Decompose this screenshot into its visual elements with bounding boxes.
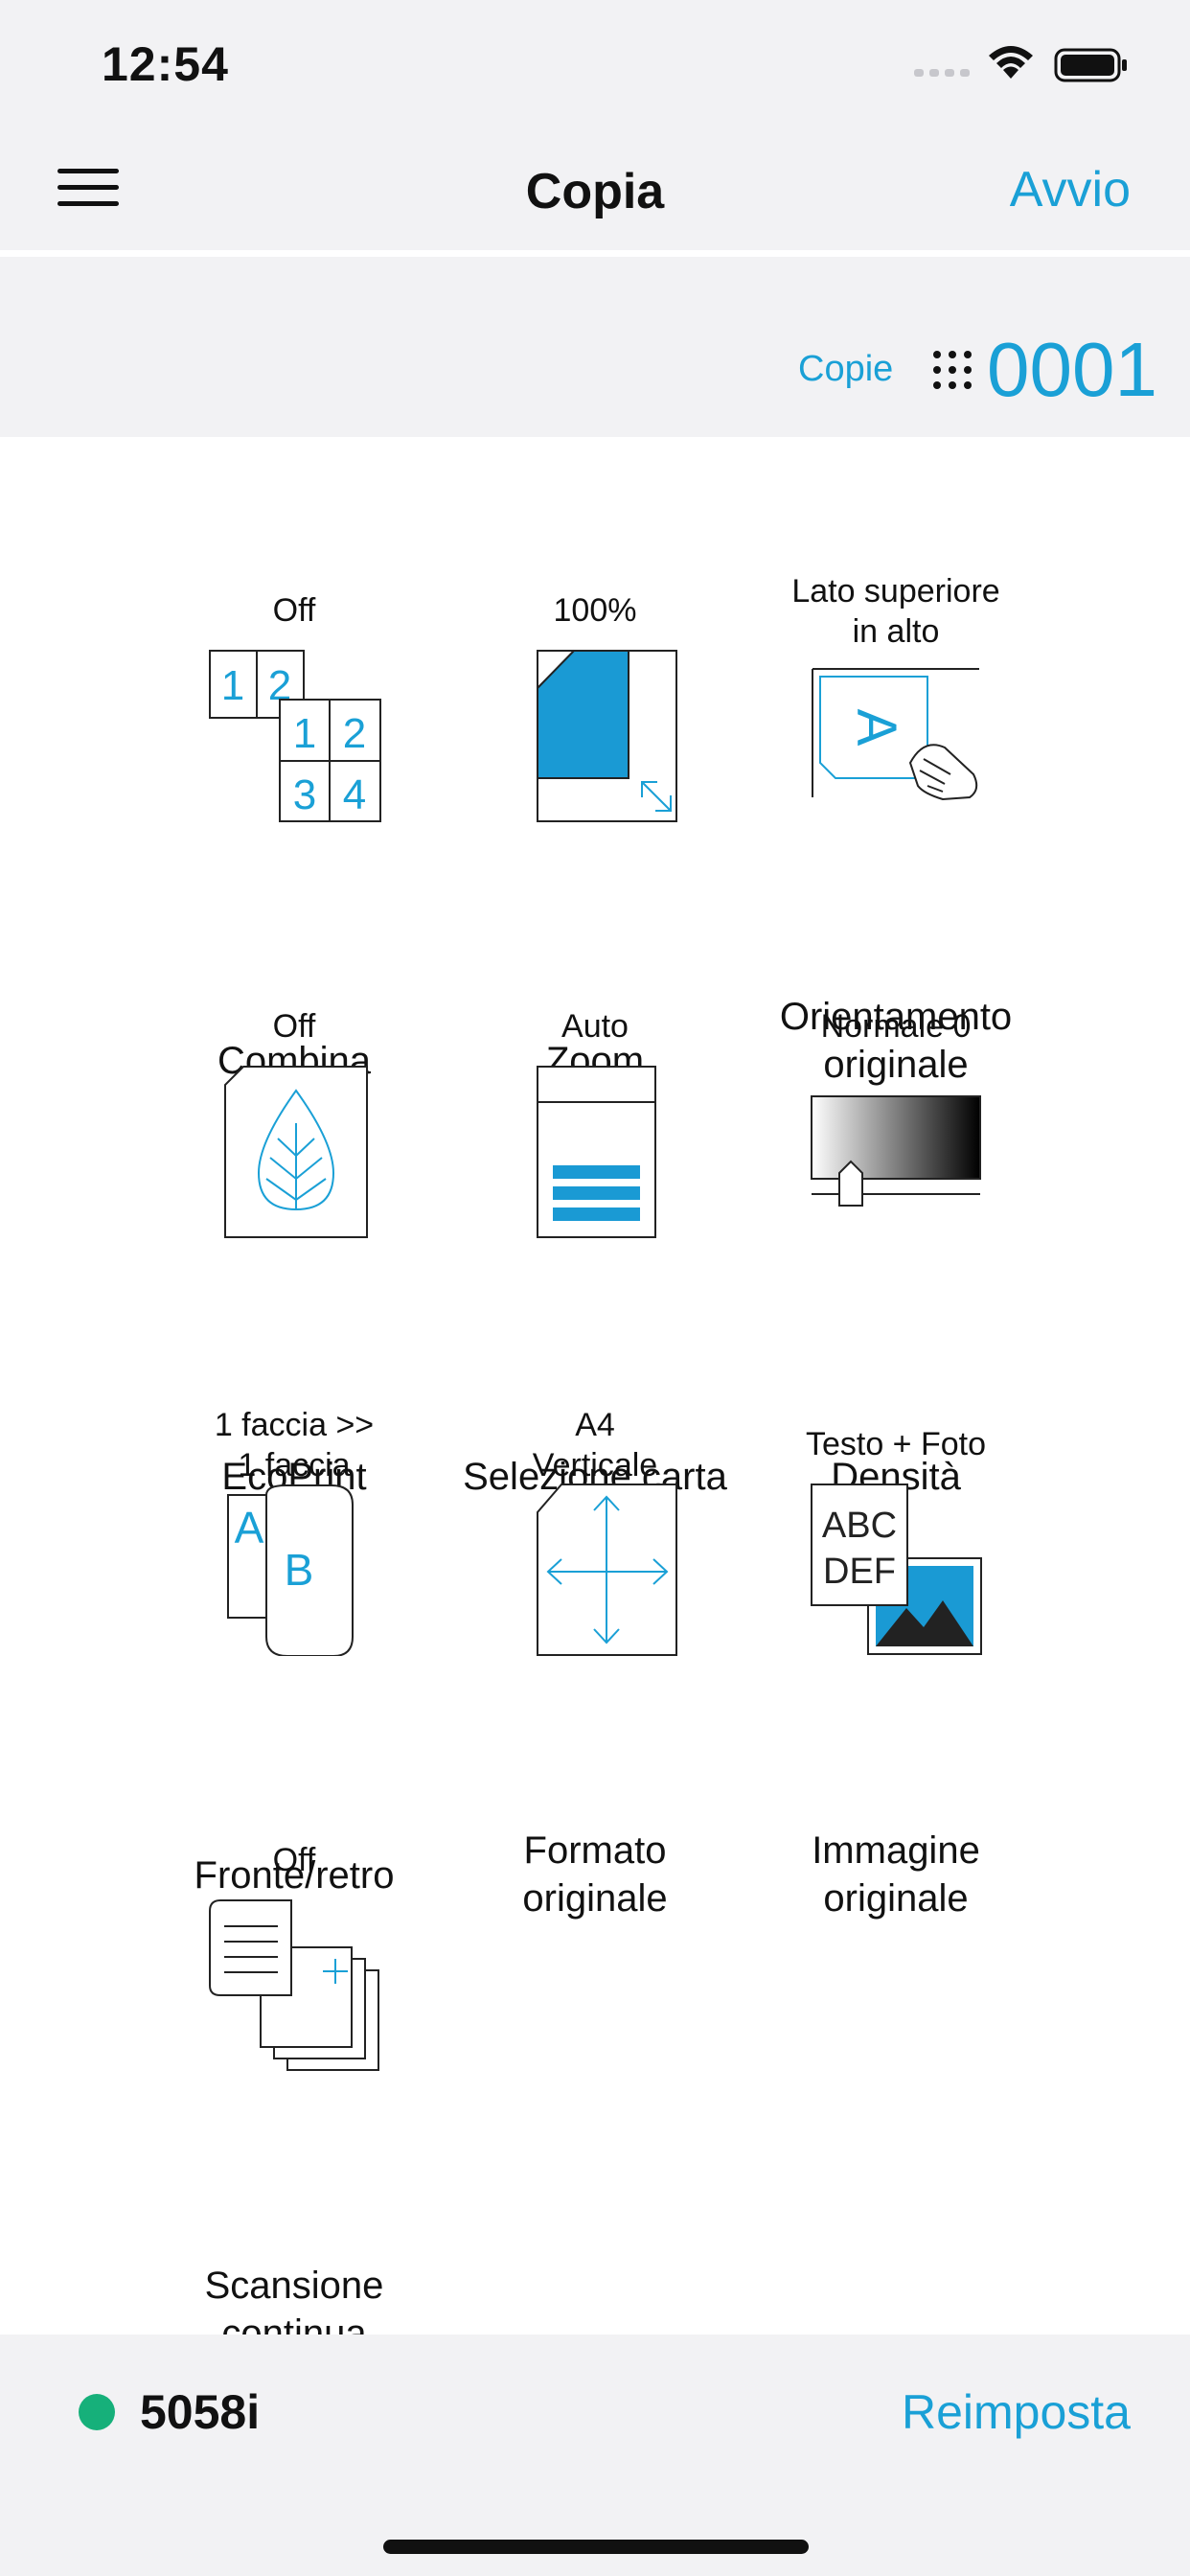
cellular-signal-icon (914, 69, 970, 77)
tile-zoom[interactable]: 100% Zoom (446, 590, 744, 1082)
tile-ecoprint[interactable]: Off EcoPrint (146, 1006, 443, 1498)
status-bar: 12:54 (0, 0, 1190, 126)
svg-text:DEF: DEF (823, 1552, 896, 1592)
reset-button[interactable]: Reimposta (902, 2384, 1131, 2440)
function-grid: Off 1 2 1 2 3 4 Combina 100% Zoom Lato s… (0, 437, 1190, 2355)
original-size-icon (537, 1484, 677, 1656)
tile-scansione-continua[interactable]: Off Scansione continua (146, 1840, 443, 2355)
tile-status: Lato superiore in alto (791, 573, 1000, 650)
nav-bar: Copia Avvio (0, 126, 1190, 253)
density-icon (811, 1095, 981, 1207)
tile-label: Immagine originale (812, 1829, 980, 1920)
tile-status: Auto (561, 1008, 629, 1045)
copies-bar: Copie 0001 (0, 257, 1190, 437)
tile-status: Testo + Foto (805, 1426, 987, 1462)
zoom-icon (537, 650, 677, 822)
svg-text:3: 3 (293, 771, 316, 818)
svg-text:A: A (845, 709, 907, 747)
ecoprint-icon (224, 1066, 368, 1238)
tile-label: Formato originale (522, 1829, 668, 1920)
status-time: 12:54 (102, 37, 229, 91)
wifi-icon (989, 46, 1033, 79)
device-name[interactable]: 5058i (140, 2384, 260, 2440)
svg-text:A: A (235, 1503, 264, 1552)
orientation-icon: A (812, 668, 979, 801)
duplex-icon: A B (227, 1484, 354, 1656)
tile-fronte-retro[interactable]: 1 faccia >> 1 faccia A B Fronte/retro (146, 1405, 443, 1897)
tile-formato-originale[interactable]: A4 Verticale Formato originale (446, 1405, 744, 1920)
svg-text:2: 2 (343, 710, 366, 757)
svg-text:1: 1 (293, 710, 316, 757)
tile-orientamento[interactable]: Lato superiore in alto A Orientamento or… (747, 571, 1044, 1086)
start-button[interactable]: Avvio (1010, 161, 1131, 218)
copies-label: Copie (798, 349, 894, 389)
tile-status: 1 faccia >> 1 faccia (214, 1407, 375, 1484)
original-image-icon: ABC DEF (811, 1484, 982, 1655)
svg-text:1: 1 (221, 662, 244, 709)
tile-combina[interactable]: Off 1 2 1 2 3 4 Combina (146, 590, 443, 1082)
keypad-icon[interactable] (931, 349, 973, 391)
home-indicator[interactable] (383, 2540, 809, 2554)
bottom-bar: 5058i Reimposta (0, 2334, 1190, 2576)
paper-select-icon (537, 1066, 656, 1238)
tile-status: Off (272, 1008, 316, 1045)
tile-selezione-carta[interactable]: Auto Selezione carta (446, 1006, 744, 1498)
copies-value[interactable]: 0001 (987, 326, 1157, 414)
battery-icon (1054, 48, 1127, 82)
combine-icon: 1 2 1 2 3 4 (209, 650, 381, 822)
svg-text:4: 4 (343, 771, 366, 818)
tile-status: Normale 0 (820, 1008, 972, 1045)
svg-text:B: B (285, 1545, 314, 1595)
svg-text:ABC: ABC (822, 1506, 897, 1546)
tile-immagine-originale[interactable]: Testo + Foto ABC DEF Immagine originale (747, 1424, 1044, 1920)
tile-status: Off (272, 592, 316, 629)
tile-status: 100% (553, 592, 637, 629)
tile-status: A4 Verticale (532, 1407, 658, 1484)
tile-densita[interactable]: Normale 0 Densità (747, 1006, 1044, 1498)
continuous-scan-icon (209, 1899, 379, 2071)
tile-status: Off (272, 1842, 316, 1878)
device-status-indicator (79, 2394, 115, 2430)
